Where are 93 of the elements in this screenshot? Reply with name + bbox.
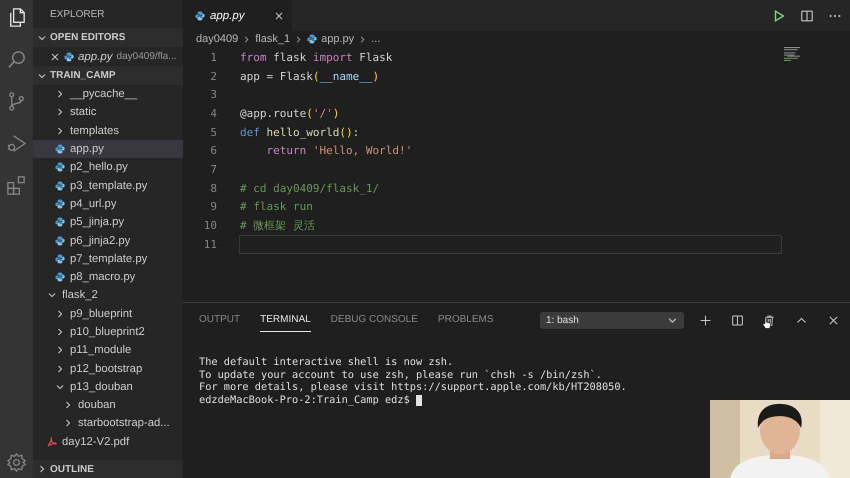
line-number: 10: [202, 219, 217, 232]
python-file-icon: [55, 236, 65, 246]
line-number: 5: [209, 126, 217, 139]
terminal-line: The default interactive shell is now zsh.: [199, 356, 454, 368]
terminal-line: To update your account to use zsh, please run `chsh -s /bin/zsh`.: [199, 368, 602, 381]
python-file-icon: [64, 52, 74, 62]
line-number: 6: [209, 144, 217, 158]
trash-icon[interactable]: [763, 314, 776, 326]
code-line: # cd day0409/flask_1/: [239, 180, 380, 197]
tree-item[interactable]: starbootstrap-ad...: [33, 414, 183, 433]
code-line: # flask run: [239, 199, 314, 216]
line-number: 9: [209, 200, 217, 214]
tree-item[interactable]: p5_jinja.py: [33, 213, 183, 232]
line-number: 7: [209, 162, 217, 176]
chevron-right-icon: [37, 464, 47, 474]
chevron-right-icon: [55, 345, 65, 356]
line-number: 4: [209, 106, 217, 120]
tree-item[interactable]: templates: [33, 122, 183, 140]
tree-item[interactable]: douban: [33, 396, 183, 414]
panel-tab[interactable]: TERMINAL: [260, 308, 311, 332]
chevron-right-icon: [63, 400, 73, 410]
chevron-right-icon: [55, 327, 65, 337]
tree-item[interactable]: p3_template.py: [33, 176, 183, 195]
tree-item[interactable]: app.py: [33, 140, 183, 158]
code-line: app = Flask(__name__): [239, 68, 380, 85]
python-file-icon: [55, 217, 65, 228]
panel-tab[interactable]: DEBUG CONSOLE: [330, 308, 418, 332]
breadcrumb-item[interactable]: ...: [371, 33, 380, 45]
tree-item[interactable]: p9_blueprint: [33, 304, 183, 323]
pdf-icon: [47, 436, 57, 447]
hand-pointer-icon: [762, 317, 772, 329]
chevron-right-icon: [55, 308, 65, 319]
code-line: return 'Hello, World!': [265, 143, 414, 160]
tree-item[interactable]: p13_douban: [33, 378, 183, 396]
python-file-icon: [55, 254, 65, 264]
code-line: from flask import Flask: [239, 50, 394, 66]
tree-item[interactable]: p7_template.py: [33, 250, 183, 268]
panel-tab[interactable]: OUTPUT: [199, 308, 240, 332]
line-number: 8: [209, 182, 217, 195]
chevron-right-icon: [55, 89, 65, 100]
extensions-icon[interactable]: [5, 174, 28, 197]
terminal-line: For more details, please visit https://support.apple.com/kb/HT208050.: [199, 381, 627, 394]
panel-tab[interactable]: PROBLEMS: [438, 308, 494, 332]
code-line: # 微框架 灵活: [239, 218, 316, 234]
run-icon[interactable]: [772, 8, 786, 22]
chevron-right-icon: [55, 126, 65, 136]
code-line: def hello_world():: [239, 124, 360, 141]
section-header[interactable]: TRAIN_CAMP: [33, 66, 183, 85]
python-file-icon: [195, 10, 205, 20]
python-file-icon: [55, 272, 65, 282]
close-icon[interactable]: [827, 314, 840, 326]
terminal-cursor: [416, 394, 422, 406]
tree-item[interactable]: flask_2: [33, 286, 183, 305]
open-editor-item[interactable]: app.py day0409/fla...: [33, 47, 183, 66]
tree-item[interactable]: p10_blueprint2: [33, 322, 183, 342]
plus-icon[interactable]: [699, 314, 712, 326]
chevron-right-icon: [55, 107, 65, 118]
python-file-icon: [55, 162, 65, 172]
line-number: 3: [209, 88, 217, 102]
close-icon[interactable]: [274, 10, 284, 20]
tree-item[interactable]: __pycache__: [33, 85, 183, 104]
code-line: @app.route('/'): [239, 106, 340, 122]
tree-item[interactable]: p2_hello.py: [33, 158, 183, 176]
section-header[interactable]: OUTLINE: [33, 460, 183, 478]
terminal-line: edzdeMacBook-Pro-2:Train_Camp edz$: [199, 394, 410, 406]
chevron-right-icon: [55, 364, 65, 374]
python-file-icon: [307, 34, 318, 44]
minimap-drawing: [784, 47, 800, 61]
tree-item[interactable]: p4_url.py: [33, 194, 183, 214]
tree-item[interactable]: p11_module: [33, 341, 183, 360]
python-file-icon: [55, 198, 65, 209]
breadcrumb-item[interactable]: app.py: [321, 33, 354, 45]
editor-tab[interactable]: app.py: [183, 0, 292, 31]
breadcrumb-item[interactable]: day0409: [196, 33, 238, 45]
line-number: 11: [202, 238, 217, 251]
split-editor-icon[interactable]: [800, 8, 814, 22]
tree-item[interactable]: p8_macro.py: [33, 268, 183, 286]
chevron-right-icon: [63, 418, 73, 428]
line-number: 2: [209, 70, 217, 83]
terminal-dropdown[interactable]: 1: bash: [540, 312, 684, 328]
tree-item[interactable]: day12-V2.pdf: [33, 432, 183, 451]
tree-item[interactable]: p12_bootstrap: [33, 359, 183, 378]
close-icon[interactable]: [50, 52, 60, 62]
python-file-icon: [55, 180, 65, 191]
line-number: 1: [209, 50, 217, 64]
split-terminal-icon[interactable]: [731, 314, 744, 326]
tree-item[interactable]: static: [33, 103, 183, 122]
sidebar-title: EXPLORER: [49, 8, 106, 22]
settings-icon[interactable]: [5, 451, 28, 474]
section-header[interactable]: OPEN EDITORS: [33, 28, 183, 47]
python-file-icon: [55, 144, 65, 154]
tree-item[interactable]: p6_jinja2.py: [33, 231, 183, 250]
breadcrumb-item[interactable]: flask_1: [255, 33, 290, 45]
